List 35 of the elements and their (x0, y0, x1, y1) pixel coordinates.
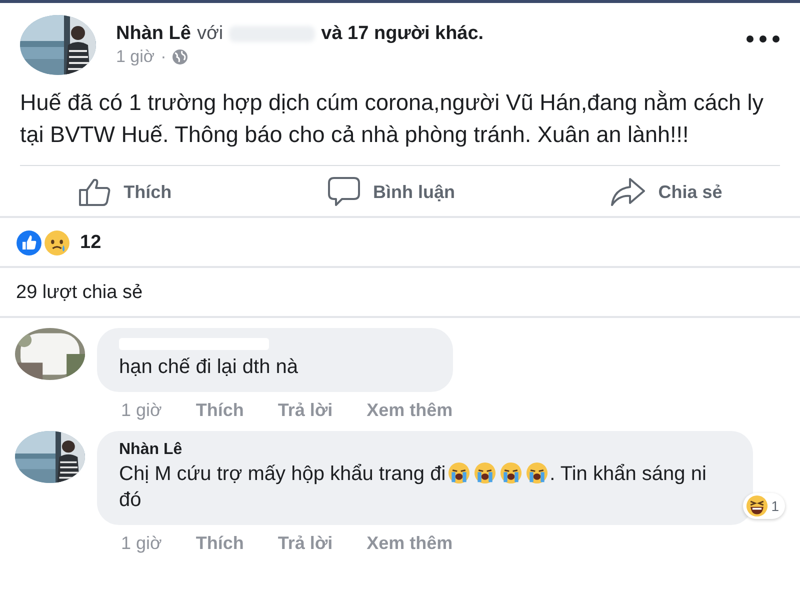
comment-action-link[interactable]: Thích (196, 533, 244, 554)
commenter-name[interactable]: Nhàn Lê (119, 441, 729, 459)
comment-button[interactable]: Bình luận (318, 174, 463, 210)
comment-time: 1 giờ (121, 533, 162, 554)
globe-icon (172, 49, 188, 65)
share-button[interactable]: Chia sẻ (602, 174, 730, 210)
comment-text: Chị M cứu trợ mấy hộp khẩu trang đi . Tin khẩn sáng ni đó (119, 461, 708, 513)
share-count[interactable]: 29 lượt chia sẻ (0, 268, 800, 316)
like-button[interactable]: Thích (70, 174, 180, 210)
reaction-count[interactable]: 12 (80, 232, 102, 254)
more-options-icon[interactable] (746, 35, 780, 43)
comment-text: hạn chế đi lại dth nà (119, 355, 300, 380)
sad-face-icon (44, 230, 70, 256)
comment-action-link[interactable]: Xem thêm (366, 400, 453, 421)
comment-action-link[interactable]: Trả lời (278, 400, 333, 421)
thumbs-up-icon (78, 177, 112, 207)
crying-face-icon (526, 462, 548, 484)
share-arrow-icon (610, 177, 646, 207)
author-name[interactable]: Nhàn Lê (116, 23, 191, 45)
post-text: Huế đã có 1 trường hợp dịch cúm corona,người Vũ Hán,đang nằm cách ly tại BVTW Huế. Thông báo cho cả nhà phòng tránh. Xuân an lành!!! (19, 89, 765, 149)
crying-face-icon (474, 462, 496, 484)
comment-action-link[interactable]: Xem thêm (366, 533, 453, 554)
speech-bubble-icon (326, 176, 361, 208)
crying-face-icon (500, 462, 522, 484)
with-word: với (196, 23, 224, 45)
comment-action-link[interactable]: Trả lời (278, 533, 333, 554)
crying-face-icon (448, 462, 470, 484)
comment-time: 1 giờ (121, 400, 162, 421)
tagged-people[interactable]: và 17 người khác. (321, 23, 484, 45)
thumbs-up-icon (16, 230, 42, 256)
reaction-badge[interactable]: 1 (743, 493, 785, 519)
separator-dot: · (160, 47, 166, 67)
comment-action-link[interactable]: Thích (196, 400, 244, 421)
laughing-face-icon (746, 495, 768, 517)
post-time: 1 giờ (116, 47, 155, 67)
